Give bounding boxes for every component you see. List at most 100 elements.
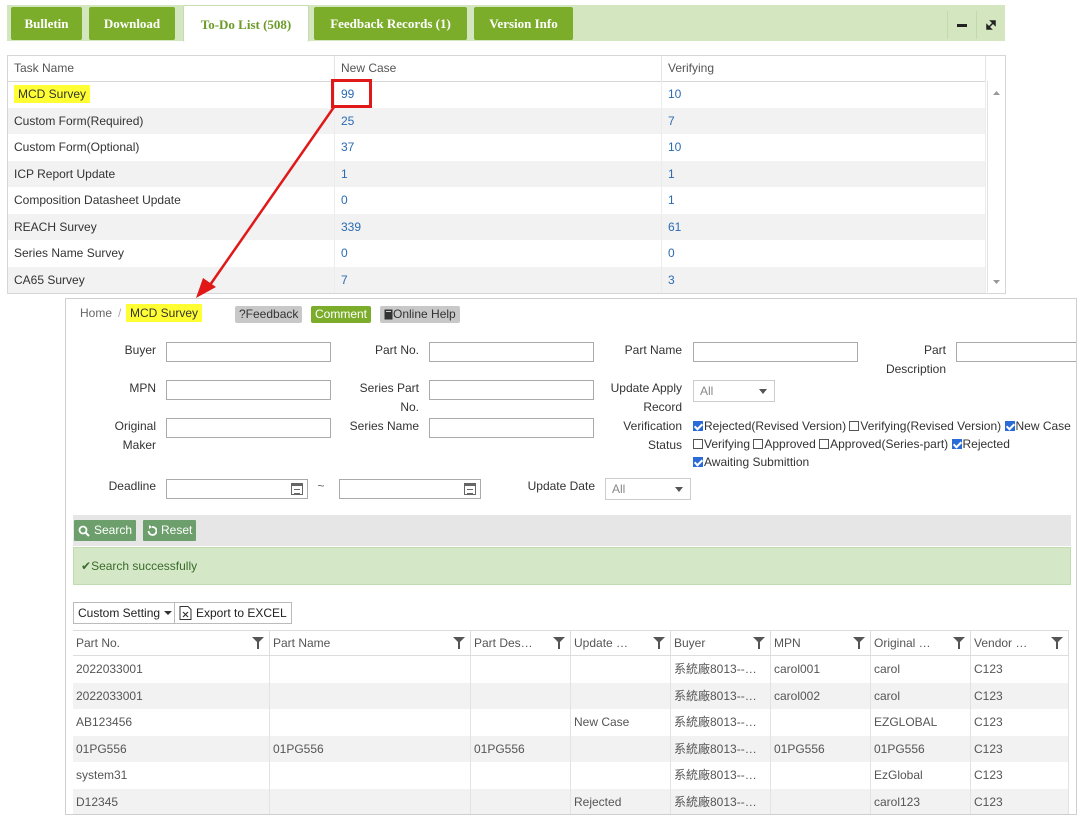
col-part-no[interactable]: Part No. bbox=[73, 631, 270, 655]
deadline-start-input[interactable] bbox=[166, 479, 308, 499]
task-row[interactable]: CA65 Survey 7 3 bbox=[8, 266, 986, 293]
task-row[interactable]: MCD Survey 99 10 bbox=[8, 81, 986, 108]
update-apply-cell[interactable] bbox=[571, 656, 671, 683]
comment-button[interactable]: Comment bbox=[311, 306, 372, 323]
task-row[interactable]: Custom Form(Optional) 37 10 bbox=[8, 134, 986, 161]
part-no-cell[interactable]: D12345 bbox=[73, 788, 270, 814]
part-no-cell[interactable]: 2022033001 bbox=[73, 682, 270, 709]
verifying-count-link[interactable]: 3 bbox=[668, 273, 675, 287]
verifying-count-link[interactable]: 1 bbox=[668, 167, 675, 181]
status-option[interactable]: New Case bbox=[1004, 419, 1071, 433]
filter-icon[interactable] bbox=[453, 637, 465, 649]
calendar-icon[interactable] bbox=[291, 483, 303, 495]
tab-feedback-records[interactable]: Feedback Records (1) bbox=[314, 7, 467, 40]
new-case-count-link[interactable]: 99 bbox=[341, 87, 354, 101]
part-no-cell[interactable]: 01PG556 bbox=[73, 735, 270, 762]
series-name-input[interactable] bbox=[429, 418, 594, 438]
new-case-count-link[interactable]: 7 bbox=[341, 273, 348, 287]
task-name: Composition Datasheet Update bbox=[14, 193, 181, 208]
status-option[interactable]: Rejected(Revised Version) bbox=[693, 419, 846, 433]
status-option[interactable]: Rejected bbox=[951, 437, 1010, 451]
part-no-cell[interactable]: 2022033001 bbox=[73, 656, 270, 683]
col-part-name[interactable]: Part Name bbox=[270, 631, 471, 655]
update-apply-cell[interactable] bbox=[571, 762, 671, 789]
status-option[interactable]: Approved bbox=[753, 437, 816, 451]
breadcrumb-home[interactable]: Home bbox=[80, 306, 112, 320]
col-mpn[interactable]: MPN bbox=[771, 631, 871, 655]
col-vendor[interactable]: Vendor … bbox=[971, 631, 1069, 655]
col-part-description[interactable]: Part Des… bbox=[471, 631, 571, 655]
col-update-apply[interactable]: Update … bbox=[571, 631, 671, 655]
task-row[interactable]: Series Name Survey 0 0 bbox=[8, 240, 986, 267]
part-description-input[interactable] bbox=[956, 342, 1076, 362]
calendar-icon[interactable] bbox=[464, 483, 476, 495]
new-case-count-link[interactable]: 37 bbox=[341, 140, 354, 154]
col-original-maker-label: Original … bbox=[874, 636, 931, 650]
status-option[interactable]: Awaiting Submittion bbox=[693, 455, 809, 469]
buyer-input[interactable] bbox=[166, 342, 331, 362]
new-case-count-link[interactable]: 0 bbox=[341, 193, 348, 207]
update-date-select[interactable]: All bbox=[605, 478, 691, 500]
custom-setting-button[interactable]: Custom Setting bbox=[73, 602, 178, 624]
verifying-count-link[interactable]: 61 bbox=[668, 220, 681, 234]
update-date-label: Update Date bbox=[527, 479, 595, 493]
table-row[interactable]: AB123456 New Case 系統廠8013--… EZGLOBAL C123 bbox=[73, 709, 1069, 736]
new-case-count-link[interactable]: 0 bbox=[341, 246, 348, 260]
task-grid-scrollbar[interactable] bbox=[987, 81, 1005, 292]
task-row[interactable]: Composition Datasheet Update 0 1 bbox=[8, 187, 986, 214]
table-row[interactable]: 2022033001 系統廠8013--… carol001 carol C123 bbox=[73, 656, 1069, 683]
online-help-button[interactable]: Online Help bbox=[380, 306, 460, 323]
filter-icon[interactable] bbox=[553, 637, 565, 649]
update-apply-cell[interactable] bbox=[571, 735, 671, 762]
original-maker-input[interactable] bbox=[166, 418, 331, 438]
export-excel-button[interactable]: Export to EXCEL bbox=[174, 602, 292, 624]
mpn-input[interactable] bbox=[166, 380, 331, 400]
part-name-input[interactable] bbox=[693, 342, 858, 362]
filter-icon[interactable] bbox=[1051, 637, 1063, 649]
col-buyer[interactable]: Buyer bbox=[671, 631, 771, 655]
filter-icon[interactable] bbox=[252, 637, 264, 649]
status-option[interactable]: Verifying bbox=[693, 437, 750, 451]
task-row[interactable]: ICP Report Update 1 1 bbox=[8, 160, 986, 187]
col-original-maker[interactable]: Original … bbox=[871, 631, 971, 655]
deadline-end-input[interactable] bbox=[339, 479, 481, 499]
table-row[interactable]: D12345 Rejected 系統廠8013--… carol123 C123 bbox=[73, 788, 1069, 814]
part-no-input[interactable] bbox=[429, 342, 594, 362]
filter-icon[interactable] bbox=[653, 637, 665, 649]
col-update-apply-label: Update … bbox=[574, 636, 629, 650]
tab-todo-list[interactable]: To-Do List (508) bbox=[183, 5, 309, 42]
new-case-count-link[interactable]: 1 bbox=[341, 167, 348, 181]
part-no-cell[interactable]: system31 bbox=[73, 762, 270, 789]
update-apply-cell[interactable]: New Case bbox=[571, 709, 671, 736]
tab-version-info[interactable]: Version Info bbox=[474, 7, 573, 40]
new-case-count-link[interactable]: 25 bbox=[341, 114, 354, 128]
table-row[interactable]: system31 系統廠8013--… EzGlobal C123 bbox=[73, 762, 1069, 789]
new-case-count-link[interactable]: 339 bbox=[341, 220, 361, 234]
status-option[interactable]: Verifying(Revised Version) bbox=[849, 419, 1001, 433]
update-apply-cell[interactable] bbox=[571, 682, 671, 709]
tab-download[interactable]: Download bbox=[89, 7, 175, 40]
search-button[interactable]: Search bbox=[74, 520, 137, 541]
verifying-count-link[interactable]: 0 bbox=[668, 246, 675, 260]
update-apply-cell[interactable]: Rejected bbox=[571, 788, 671, 814]
table-row[interactable]: 01PG556 01PG556 01PG556 系統廠8013--… 01PG556 01… bbox=[73, 735, 1069, 762]
series-part-no-input[interactable] bbox=[429, 380, 594, 400]
update-apply-record-select[interactable]: All bbox=[693, 380, 775, 402]
status-option[interactable]: Approved(Series-part) bbox=[819, 437, 948, 451]
task-row[interactable]: REACH Survey 339 61 bbox=[8, 213, 986, 240]
verifying-count-link[interactable]: 10 bbox=[668, 87, 681, 101]
filter-icon[interactable] bbox=[953, 637, 965, 649]
verifying-count-link[interactable]: 10 bbox=[668, 140, 681, 154]
reset-button[interactable]: Reset bbox=[143, 520, 197, 541]
minimize-icon[interactable] bbox=[947, 11, 976, 39]
verifying-count-link[interactable]: 7 bbox=[668, 114, 675, 128]
filter-icon[interactable] bbox=[753, 637, 765, 649]
tab-bulletin[interactable]: Bulletin bbox=[11, 7, 82, 40]
table-row[interactable]: 2022033001 系統廠8013--… carol002 carol C123 bbox=[73, 682, 1069, 709]
task-row[interactable]: Custom Form(Required) 25 7 bbox=[8, 107, 986, 134]
expand-icon[interactable] bbox=[976, 11, 1005, 39]
feedback-button[interactable]: ?Feedback bbox=[235, 306, 303, 323]
part-no-cell[interactable]: AB123456 bbox=[73, 709, 270, 736]
filter-icon[interactable] bbox=[853, 637, 865, 649]
verifying-count-link[interactable]: 1 bbox=[668, 193, 675, 207]
